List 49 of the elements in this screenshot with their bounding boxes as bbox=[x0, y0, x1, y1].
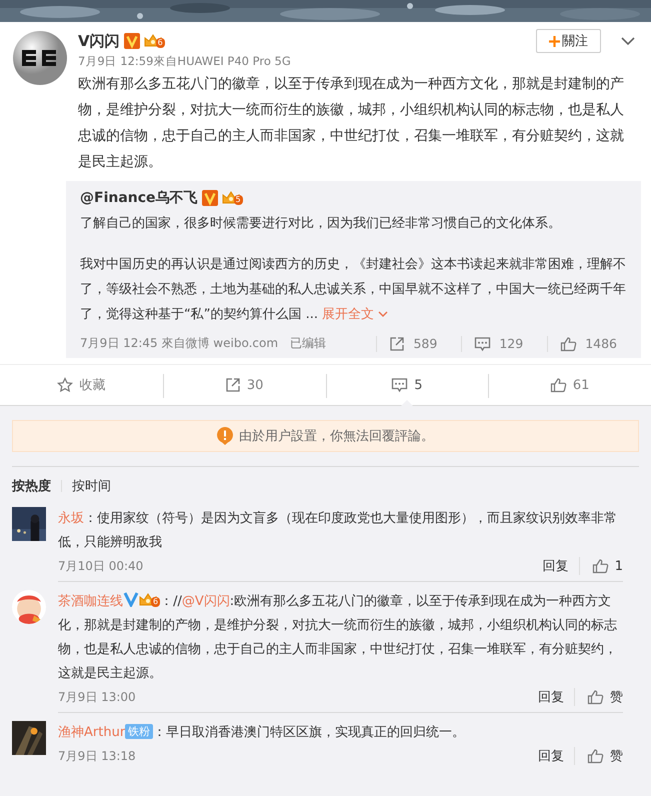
thumbs-up-icon bbox=[587, 748, 604, 764]
favorite-action[interactable]: 收藏 bbox=[53, 372, 110, 398]
like-button[interactable]: 1 bbox=[580, 558, 623, 574]
comment-text: 永坂：使用家纹（符号）是因为文盲多（现在印度政党也大量使用图形），而且家纹识别效率非常低，只能辨明敌我 bbox=[58, 510, 618, 552]
sort-tab[interactable]: 按热度 bbox=[12, 477, 51, 495]
sort-tab[interactable]: 按时间 bbox=[72, 477, 111, 495]
reply-link[interactable]: 回复 bbox=[538, 747, 575, 765]
like-count[interactable]: 1486 bbox=[547, 336, 629, 352]
repost-paragraph: 我对中国历史的再认识是通过阅读西方的历史，《封建社会》这本书读起来就非常困难，理解不了，等级社会不熟悉，土地为基础的私人忠诚关系，中国早就不这样了，中国大一统已经两千年了，觉得这种基于“私”的契约算什么国 ... 展开全文 bbox=[80, 256, 627, 324]
like-button[interactable]: 赞 bbox=[575, 747, 623, 765]
follow-button[interactable]: 關注 bbox=[536, 29, 601, 53]
fan-badge: 铁粉 bbox=[125, 724, 154, 739]
comment-icon bbox=[391, 377, 408, 393]
author-name[interactable]: V闪闪 bbox=[78, 32, 120, 50]
share-action[interactable]: 30 bbox=[220, 373, 268, 397]
like-button[interactable]: 赞 bbox=[575, 688, 623, 706]
verified-badge-icon bbox=[124, 33, 140, 49]
edited-label: 已编辑 bbox=[290, 335, 326, 352]
notice-text: 由於用户設置，你無法回覆評論。 bbox=[239, 428, 434, 445]
thumbs-up-icon bbox=[560, 336, 578, 352]
reply-link[interactable]: 回复 bbox=[542, 557, 580, 575]
verified-badge-icon bbox=[202, 190, 218, 206]
comment-icon bbox=[474, 336, 492, 352]
verified-icon bbox=[123, 591, 139, 607]
repost-author[interactable]: @Finance乌不飞 bbox=[80, 189, 198, 207]
comment-action[interactable]: 5 bbox=[387, 373, 427, 397]
comment-time: 7月9日 13:00 bbox=[58, 688, 137, 706]
thumbs-up-icon bbox=[592, 558, 609, 574]
like-action[interactable]: 61 bbox=[546, 373, 594, 397]
share-count[interactable]: 589 bbox=[376, 336, 450, 352]
share-icon bbox=[389, 336, 406, 352]
post-text: 欧洲有那么多五花八门的徽章，以至于传承到现在成为一种西方文化，那就是封建制的产物，是维护分裂，对抗大一统而衍生的族徽，城邦，小组织机构认同的标志物，也是私人忠诚的信物，忠于自己的主人而非国家，中世纪打仗，召集一堆联军，有分赃契约，这就是民主起源。 bbox=[78, 75, 625, 172]
reply-link[interactable]: 回复 bbox=[538, 688, 575, 706]
comment-time: 7月10日 00:40 bbox=[58, 558, 144, 574]
thumbs-up-icon bbox=[587, 689, 604, 705]
repost-meta: 7月9日 12:45 來自微博 weibo.com bbox=[80, 335, 278, 352]
comment-count[interactable]: 129 bbox=[461, 336, 536, 352]
chevron-down-icon bbox=[378, 311, 388, 318]
avatar-icon[interactable] bbox=[12, 30, 68, 86]
warning-icon bbox=[217, 427, 233, 445]
post-meta: 7月9日 12:59來自HUAWEI P40 Pro 5G bbox=[78, 54, 292, 69]
comment-text: 渔神Arthur 铁粉 ：早日取消香港澳门特区区旗，实现真正的回归统一。 bbox=[58, 723, 466, 742]
comment-time: 7月9日 13:18 bbox=[58, 748, 137, 764]
star-icon bbox=[57, 377, 74, 393]
share-icon bbox=[224, 377, 241, 393]
plus-icon bbox=[549, 36, 560, 46]
thumbs-up-icon bbox=[550, 377, 567, 393]
chevron-down-icon[interactable] bbox=[621, 36, 635, 46]
repost-paragraph: 了解自己的国家，很多时候需要进行对比，因为我们已经非常习惯自己的文化体系。 bbox=[80, 215, 562, 233]
